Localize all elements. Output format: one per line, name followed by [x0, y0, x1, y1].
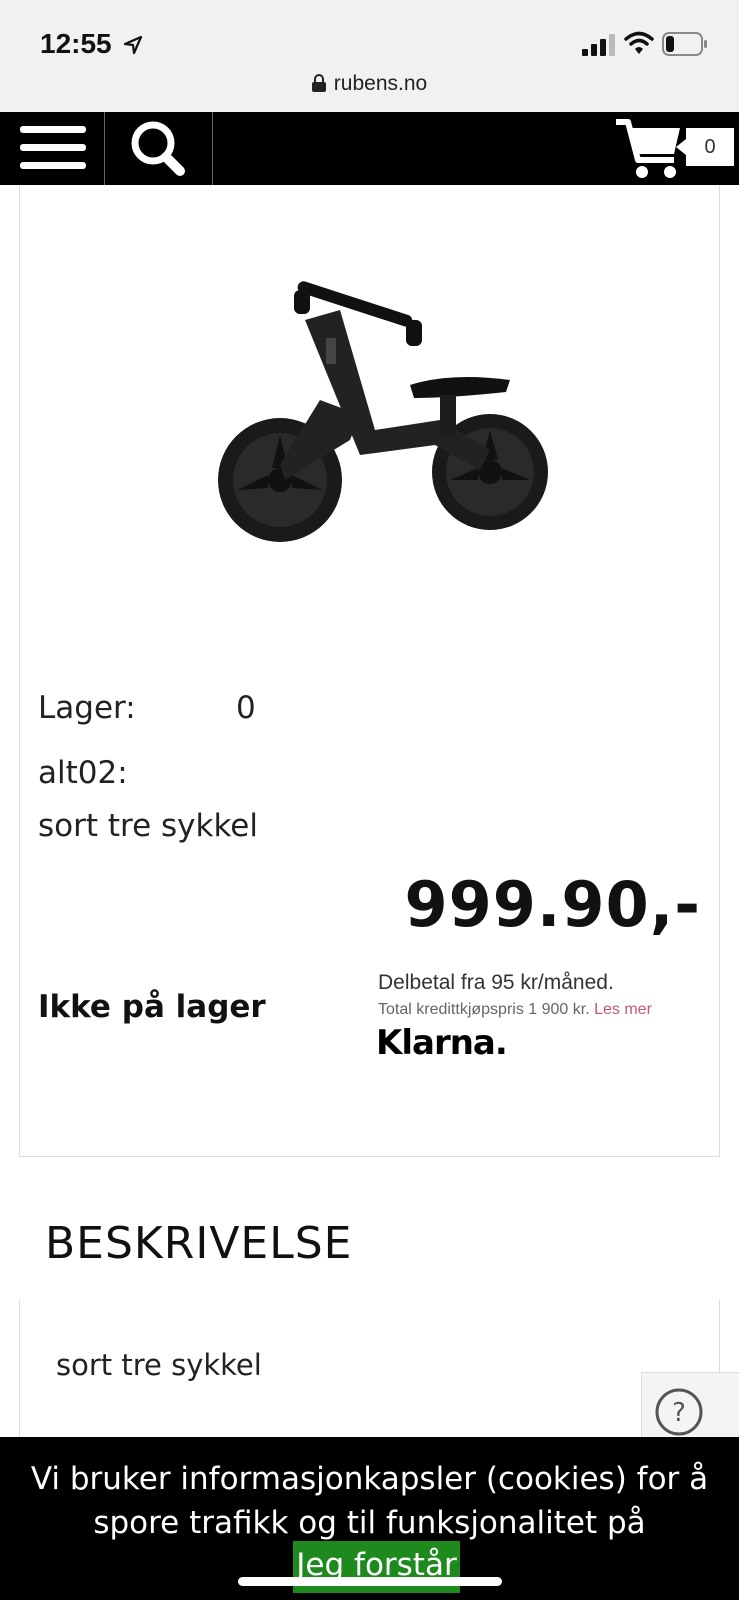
alt-value: sort tre sykkel	[38, 808, 258, 844]
search-button[interactable]	[106, 112, 213, 185]
status-bar: 12:55 rubens.no	[0, 0, 739, 112]
wifi-icon	[624, 31, 654, 54]
cart-count-badge[interactable]: 0	[676, 128, 734, 166]
cart-icon	[616, 119, 680, 178]
description-text: sort tre sykkel	[56, 1348, 262, 1382]
url-text: rubens.no	[333, 72, 428, 95]
description-heading: BESKRIVELSE	[45, 1218, 353, 1269]
klarna-installment-text: Delbetal fra 95 kr/måned.	[378, 971, 614, 994]
lock-icon	[311, 74, 326, 92]
klarna-total-text: Total kredittkjøpspris 1 900 kr. Les mer	[378, 1001, 652, 1019]
balance-bike-image	[218, 281, 548, 542]
product-price: 999.90,-	[404, 868, 701, 941]
location-arrow-icon	[123, 35, 143, 55]
svg-text:?: ?	[672, 1398, 686, 1428]
stock-value: 0	[236, 690, 256, 726]
alt-label: alt02:	[38, 755, 128, 791]
product-card: Lager: 0 alt02: sort tre sykkel 999.90,-…	[19, 185, 720, 1157]
stock-status: Ikke på lager	[38, 989, 266, 1025]
menu-icon	[20, 126, 86, 169]
home-indicator[interactable]	[238, 1577, 502, 1586]
question-icon: ?	[655, 1388, 703, 1436]
description-box: sort tre sykkel	[19, 1300, 720, 1440]
klarna-logo: Klarna.	[376, 1023, 508, 1063]
klarna-total-label: Total kredittkjøpspris 1 900 kr.	[378, 1001, 590, 1018]
url-bar[interactable]: rubens.no	[0, 72, 739, 96]
klarna-read-more-link[interactable]: Les mer	[594, 1001, 652, 1018]
cart-button[interactable]	[614, 116, 684, 182]
menu-button[interactable]	[0, 112, 105, 185]
stock-label: Lager:	[38, 690, 136, 726]
signal-icon	[582, 34, 615, 56]
cookie-banner: Vi bruker informasjonkapsler (cookies) f…	[0, 1437, 739, 1600]
help-button[interactable]: ?	[641, 1372, 739, 1442]
battery-icon	[662, 32, 707, 56]
clock: 12:55	[40, 28, 112, 59]
search-icon	[131, 121, 185, 176]
header-nav: 0	[0, 112, 739, 185]
